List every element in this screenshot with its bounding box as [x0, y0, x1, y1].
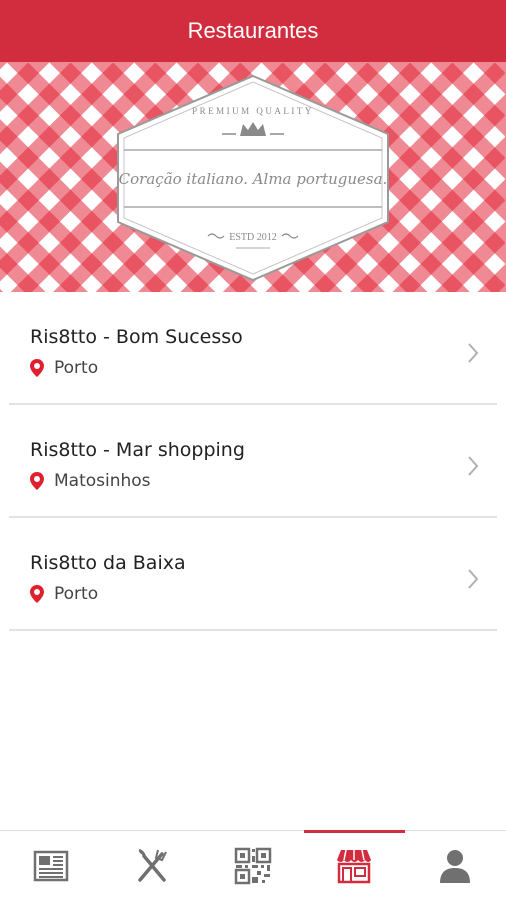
nav-restaurants[interactable]: [303, 830, 406, 900]
location-pin-icon: [30, 359, 44, 377]
restaurant-item-bom-sucesso[interactable]: Ris8tto - Bom Sucesso Porto: [9, 292, 497, 405]
restaurant-location: Matosinhos: [30, 471, 151, 491]
newspaper-icon: [33, 850, 68, 881]
restaurant-city: Porto: [54, 584, 99, 604]
chevron-right-icon: [468, 569, 479, 589]
nav-news[interactable]: [0, 831, 101, 900]
location-pin-icon: [30, 585, 44, 603]
hero-banner: PREMIUM QUALITY Coração italiano. Alma p…: [0, 62, 506, 292]
tagline-text: Coração italiano. Alma portuguesa.: [119, 170, 388, 188]
nav-menu[interactable]: [101, 831, 202, 900]
restaurant-item-baixa[interactable]: Ris8tto da Baixa Porto: [9, 518, 497, 631]
chevron-right-icon: [468, 343, 479, 363]
estd-text: ESTD 2012: [229, 232, 277, 243]
restaurant-name: Ris8tto da Baixa: [30, 552, 186, 574]
store-icon: [337, 849, 372, 883]
premium-quality-text: PREMIUM QUALITY: [192, 106, 314, 116]
chevron-right-icon: [468, 456, 479, 476]
nav-profile[interactable]: [405, 831, 506, 900]
restaurant-city: Porto: [54, 358, 99, 378]
restaurant-city: Matosinhos: [54, 471, 151, 491]
qr-code-icon: [234, 847, 272, 884]
page-title: Restaurantes: [187, 18, 319, 43]
restaurant-location: Porto: [30, 584, 98, 604]
location-pin-icon: [30, 472, 44, 490]
bottom-nav: [0, 830, 506, 900]
restaurant-name: Ris8tto - Mar shopping: [30, 439, 245, 461]
restaurant-item-mar-shopping[interactable]: Ris8tto - Mar shopping Matosinhos: [9, 405, 497, 518]
nav-qr[interactable]: [202, 831, 303, 900]
restaurant-list: Ris8tto - Bom Sucesso Porto Ris8tto - Ma…: [0, 292, 506, 631]
fork-knife-icon: [138, 848, 167, 882]
user-icon: [440, 849, 471, 883]
restaurant-name: Ris8tto - Bom Sucesso: [30, 326, 243, 348]
restaurant-location: Porto: [30, 358, 98, 378]
app-header: Restaurantes: [0, 0, 506, 62]
logo-badge: PREMIUM QUALITY Coração italiano. Alma p…: [117, 74, 389, 282]
